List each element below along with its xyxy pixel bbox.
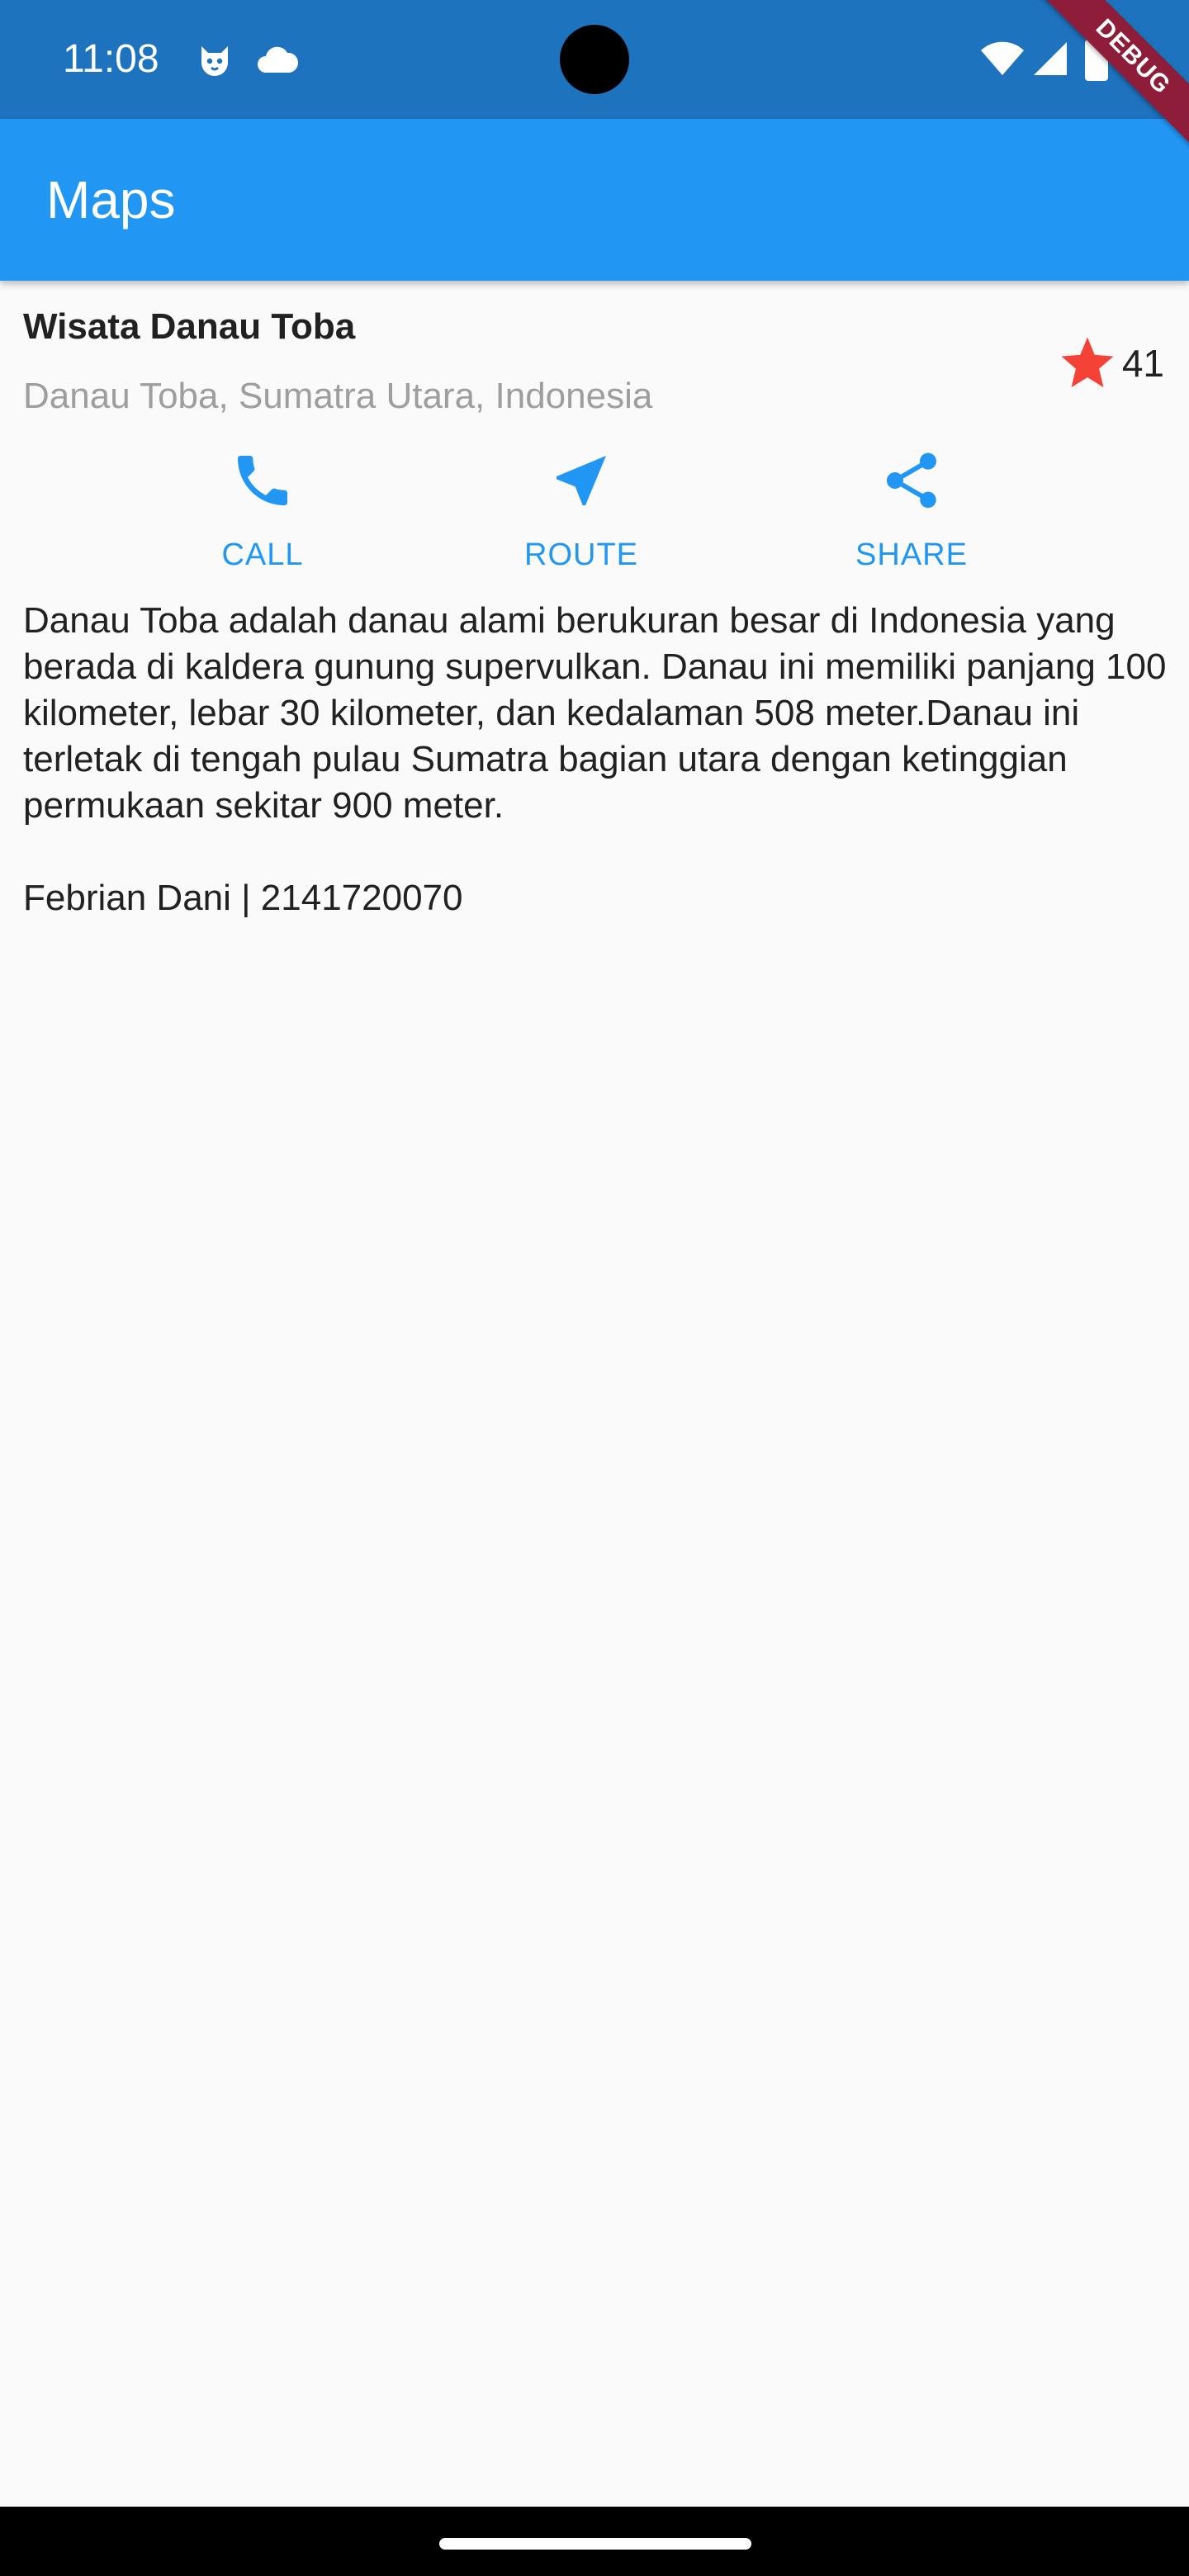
share-button[interactable]: SHARE xyxy=(812,438,1011,586)
rating: 41 xyxy=(1058,330,1164,396)
star-icon xyxy=(1058,334,1117,393)
share-icon xyxy=(879,447,945,514)
phone-icon xyxy=(230,447,296,514)
call-button[interactable]: CALL xyxy=(163,438,362,586)
app-bar-title: Maps xyxy=(46,170,176,230)
cloud-icon xyxy=(256,43,299,76)
status-time: 11:08 xyxy=(63,37,159,81)
cellular-signal-icon xyxy=(1030,38,1070,79)
front-camera-cutout xyxy=(560,25,629,94)
route-label: ROUTE xyxy=(524,537,638,572)
call-label: CALL xyxy=(221,537,304,572)
app-bar: Maps xyxy=(0,119,1189,281)
action-row: CALL ROUTE SHARE xyxy=(0,438,1189,586)
place-title: Wisata Danau Toba xyxy=(23,306,356,347)
route-button[interactable]: ROUTE xyxy=(482,438,680,586)
wifi-icon xyxy=(979,38,1026,79)
place-description: Danau Toba adalah danau alami berukuran … xyxy=(23,600,1167,918)
share-label: SHARE xyxy=(855,537,968,572)
place-location: Danau Toba, Sumatra Utara, Indonesia xyxy=(23,376,653,416)
cat-face-icon xyxy=(195,41,234,81)
home-gesture-handle[interactable] xyxy=(439,2538,751,2550)
status-bar: 11:08 xyxy=(0,0,1189,119)
rating-value: 41 xyxy=(1121,342,1164,385)
navigation-arrow-icon xyxy=(548,447,614,514)
system-navigation-bar xyxy=(0,2507,1189,2576)
